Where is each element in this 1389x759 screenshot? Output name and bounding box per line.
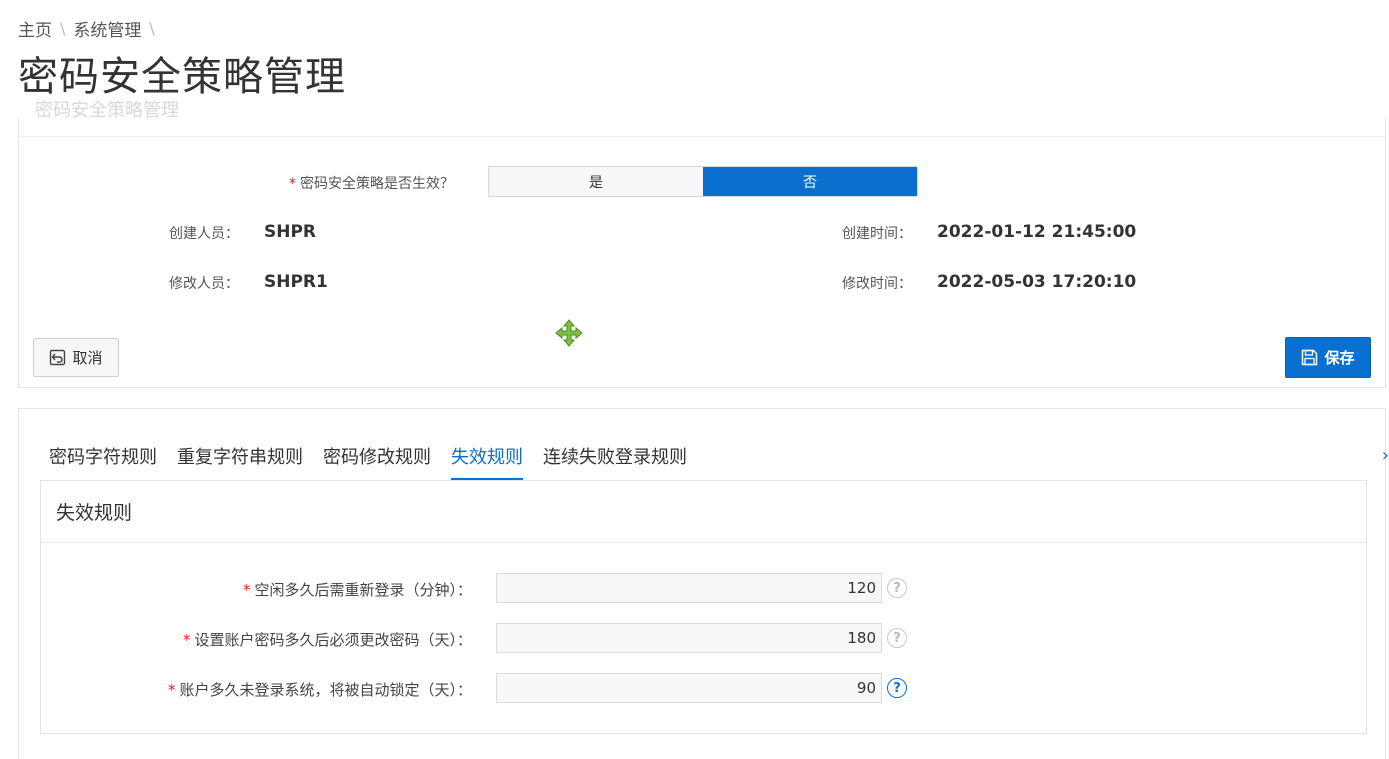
cancel-button-label: 取消 [72, 349, 103, 367]
question-circle-icon[interactable]: ? [887, 578, 907, 598]
page-title: 密码安全策略管理 [18, 54, 346, 100]
save-button-label: 保存 [1324, 349, 1355, 367]
created-time-value: 2022-01-12 21:45:00 [937, 222, 1137, 242]
save-button[interactable]: 保存 [1285, 337, 1371, 378]
tab-password-change-rules[interactable]: 密码修改规则 [323, 443, 431, 480]
policy-enabled-label: * 密码安全策略是否生效？ [289, 176, 454, 192]
modifier-label: 修改人员： [169, 276, 239, 292]
idle-relogin-label: * 空闲多久后需重新登录（分钟）： [242, 581, 472, 599]
creator-value: SHPR [264, 222, 317, 242]
policy-enabled-toggle: 是 否 [488, 166, 918, 197]
breadcrumb-home[interactable]: 主页 [18, 16, 52, 41]
breadcrumb-separator: \ [149, 19, 155, 38]
password-expiry-days-input[interactable] [496, 623, 882, 653]
created-time-label: 创建时间： [842, 226, 912, 242]
tab-repeated-string-rules[interactable]: 重复字符串规则 [177, 443, 303, 480]
panel-divider [19, 136, 1385, 137]
cancel-button[interactable]: 取消 [33, 338, 119, 377]
tab-expiry-rules[interactable]: 失效规则 [451, 443, 523, 480]
inactive-lock-label: * 账户多久未登录系统，将被自动锁定（天）： [167, 681, 472, 699]
rules-tabs: 密码字符规则 重复字符串规则 密码修改规则 失效规则 连续失败登录规则 [49, 443, 707, 480]
question-circle-icon[interactable]: ? [887, 628, 907, 648]
question-circle-icon[interactable]: ? [887, 678, 907, 698]
breadcrumb-system-management[interactable]: 系统管理 [73, 16, 141, 41]
modified-time-label: 修改时间： [842, 276, 912, 292]
required-mark: * [167, 681, 176, 699]
policy-panel: * 密码安全策略是否生效？ 是 否 创建人员： SHPR 创建时间： 2022-0… [18, 118, 1386, 388]
undo-icon [50, 349, 66, 366]
toggle-option-no[interactable]: 否 [703, 167, 917, 196]
tab-failed-login-rules[interactable]: 连续失败登录规则 [543, 443, 687, 480]
chevron-right-icon[interactable]: › [1382, 445, 1389, 466]
move-cursor-icon [555, 319, 583, 347]
modifier-value: SHPR1 [264, 272, 328, 292]
creator-label: 创建人员： [169, 226, 239, 242]
expiry-rules-header: 失效规则 [41, 481, 1366, 543]
rules-panel: 密码字符规则 重复字符串规则 密码修改规则 失效规则 连续失败登录规则 › 失效… [18, 408, 1389, 759]
expiry-rules-panel: 失效规则 *空闲多久后需重新登录（分钟）： ? *设置账户密码多久后必须更改密码… [40, 480, 1367, 734]
modified-time-value: 2022-05-03 17:20:10 [937, 272, 1137, 292]
required-mark: * [289, 176, 296, 192]
breadcrumb: 主页 \ 系统管理 \ [18, 16, 163, 41]
breadcrumb-separator: \ [60, 19, 66, 38]
idle-relogin-minutes-input[interactable] [496, 573, 882, 603]
tab-password-character-rules[interactable]: 密码字符规则 [49, 443, 157, 480]
password-expiry-label: * 设置账户密码多久后必须更改密码（天）： [182, 631, 472, 649]
floppy-disk-icon [1302, 349, 1318, 366]
required-mark: * [182, 631, 191, 649]
required-mark: * [242, 581, 251, 599]
toggle-option-yes[interactable]: 是 [489, 167, 703, 196]
inactive-lock-days-input[interactable] [496, 673, 882, 703]
